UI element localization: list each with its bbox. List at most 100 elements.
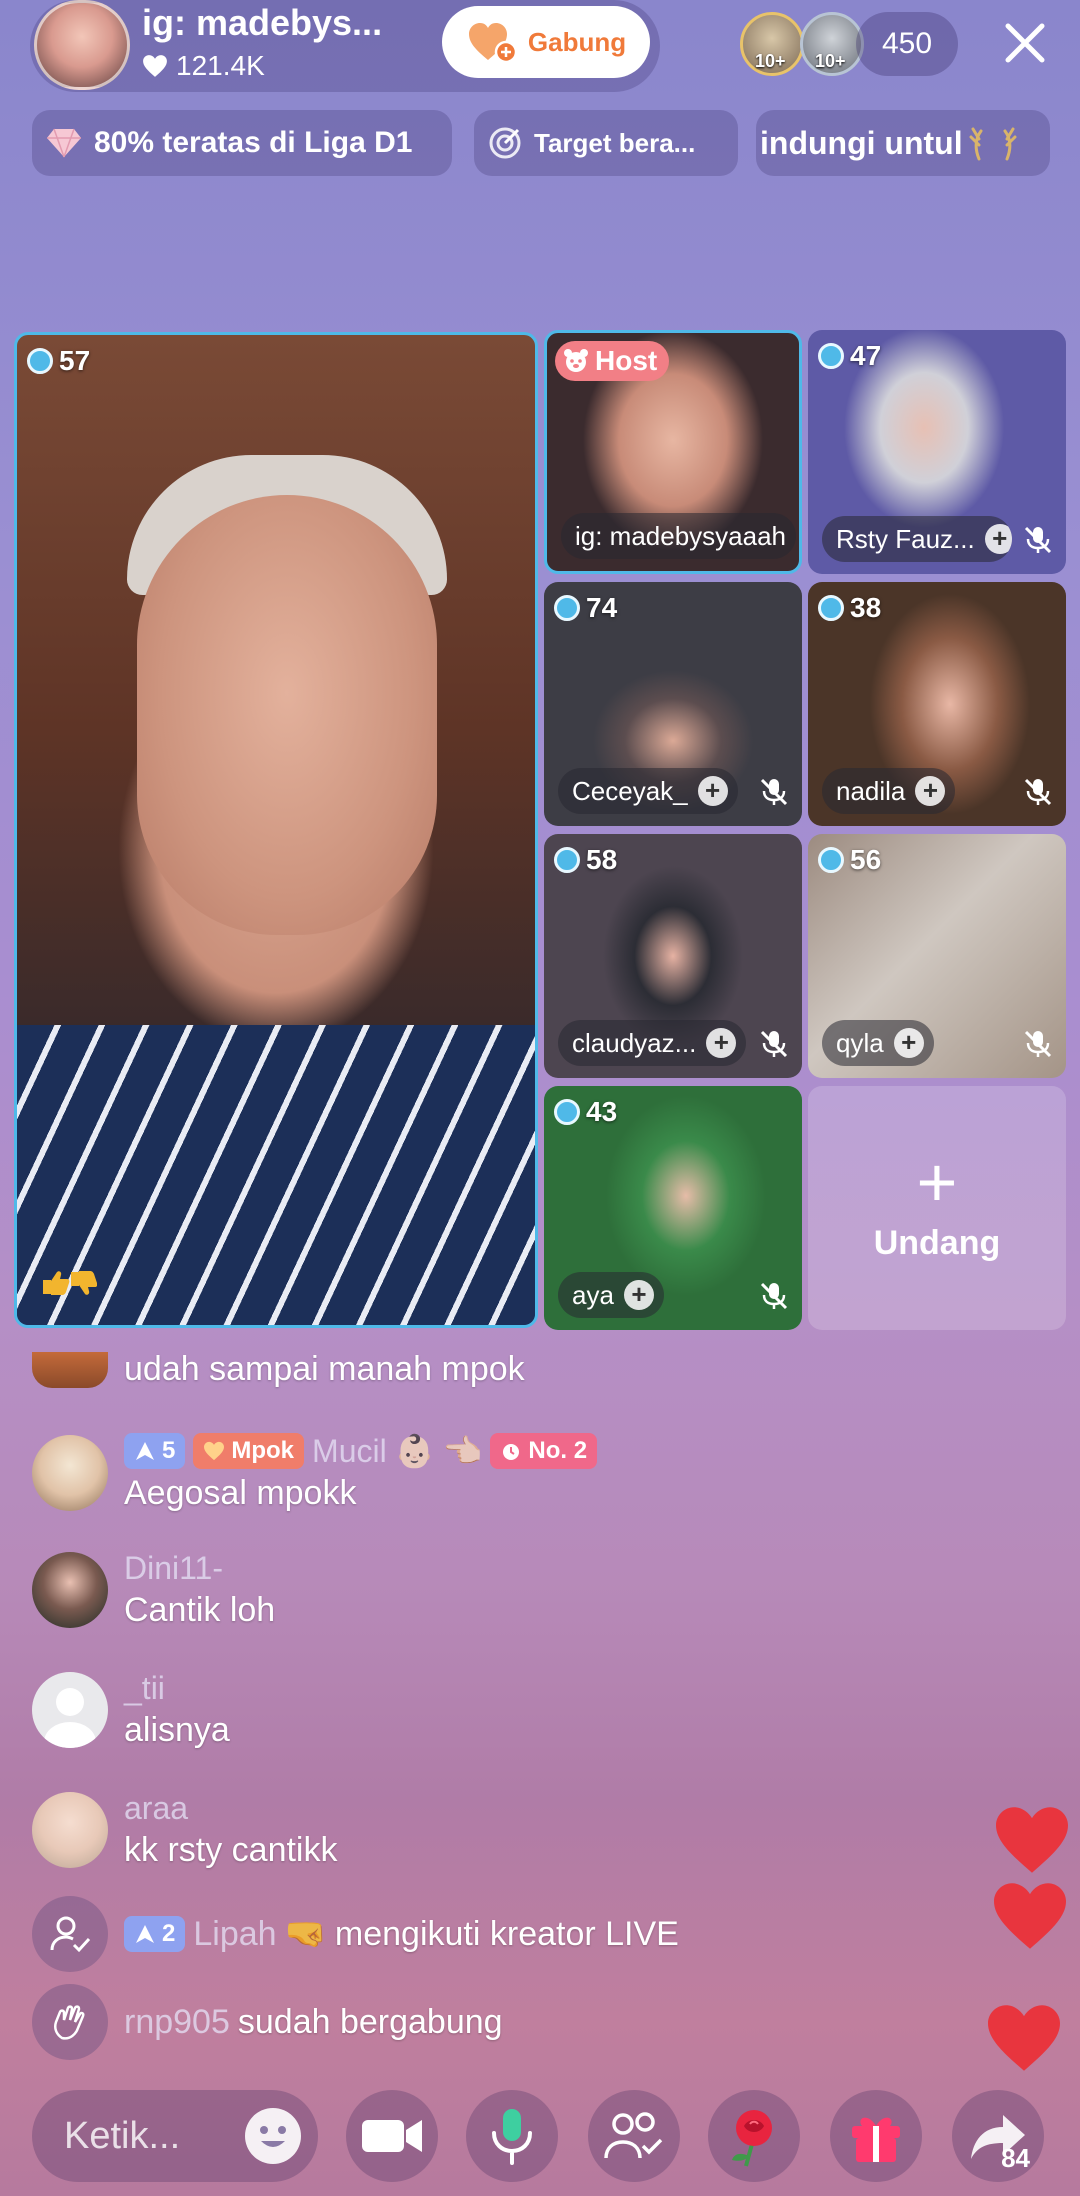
guest-name: nadila xyxy=(836,775,906,806)
mic-muted-icon xyxy=(1024,526,1052,554)
video-camera-button[interactable] xyxy=(346,2090,438,2182)
host-likes-count: 121.4K xyxy=(176,50,265,81)
event-message: sudah bergabung xyxy=(237,2002,503,2041)
guest-score-value: 43 xyxy=(586,1096,618,1127)
guest-score: 43 xyxy=(554,1096,617,1128)
viewer-count[interactable]: 450 xyxy=(856,12,958,76)
viewer-badge-2: 10+ xyxy=(815,51,846,71)
host-badge-label: Host xyxy=(595,345,658,376)
default-avatar-icon[interactable] xyxy=(32,1672,108,1748)
guest-name: Ceceyak_ xyxy=(572,775,688,806)
comment-username[interactable]: araa xyxy=(124,1790,337,1827)
thumbs-icon[interactable] xyxy=(41,1268,98,1305)
level-badge: 5 xyxy=(124,1433,186,1469)
gift-button[interactable] xyxy=(830,2090,922,2182)
follow-plus-icon[interactable]: + xyxy=(893,1028,924,1058)
microphone-icon xyxy=(492,2109,532,2165)
guest-score: 58 xyxy=(554,844,617,876)
follow-plus-icon[interactable]: + xyxy=(706,1028,737,1058)
guests-button[interactable] xyxy=(588,2090,680,2182)
guest-score-value: 56 xyxy=(850,844,882,875)
join-event-row: rnp905 sudah bergabung xyxy=(124,2003,503,2042)
host-name-pill[interactable]: ig: madebysyaaah xyxy=(561,513,797,559)
avatar[interactable] xyxy=(32,1351,108,1388)
floating-heart-icon xyxy=(996,1807,1068,1873)
top-viewer-avatar-2[interactable]: 10+ xyxy=(800,12,864,76)
level-value: 2 xyxy=(162,1920,176,1947)
event-message: mengikuti kreator LIVE xyxy=(334,1914,679,1953)
comment-item[interactable]: araa kk rsty cantikk xyxy=(32,1790,337,1870)
main-guest-score: 57 xyxy=(27,345,90,377)
follow-event-row: 2 Lipah 🤜 mengikuti kreator LIVE xyxy=(124,1914,679,1954)
follow-plus-icon[interactable]: + xyxy=(984,524,1012,554)
host-avatar[interactable] xyxy=(34,0,130,90)
comment-input[interactable]: Ketik... xyxy=(32,2090,318,2182)
comment-input-placeholder: Ketik... xyxy=(64,2114,181,2157)
guest-score-value: 58 xyxy=(586,844,618,875)
guest-tile[interactable]: 56 qyla + xyxy=(808,834,1066,1078)
comment-username[interactable]: _tii xyxy=(124,1670,230,1707)
heart-icon xyxy=(204,1441,225,1461)
comment-item[interactable]: Dini11- Cantik loh xyxy=(32,1550,275,1630)
guest-name-pill[interactable]: Ceceyak_ + xyxy=(558,768,738,814)
guest-tile[interactable]: 38 nadila + xyxy=(808,582,1066,826)
level-arrow-icon xyxy=(136,1925,154,1943)
comment-username[interactable]: rnp905 xyxy=(124,2003,230,2042)
comment-user-row: 5 Mpok Mucil 👶🏻 👈🏻 No. 2 xyxy=(124,1432,598,1470)
guest-name: aya xyxy=(572,1279,614,1310)
guest-name-pill[interactable]: qyla + xyxy=(822,1020,934,1066)
follow-plus-icon[interactable]: + xyxy=(623,1280,654,1310)
share-button[interactable]: 84 xyxy=(952,2090,1044,2182)
guest-score-value: 74 xyxy=(586,592,618,623)
avatar[interactable] xyxy=(32,1434,108,1511)
guest-name-pill[interactable]: aya + xyxy=(558,1272,664,1318)
comment-username[interactable]: Dini11- xyxy=(124,1550,275,1587)
avatar[interactable] xyxy=(32,1792,108,1868)
microphone-button[interactable] xyxy=(466,2090,558,2182)
league-chip[interactable]: 80% teratas di Liga D1 xyxy=(32,110,452,176)
baby-emoji-icon: 👶🏻 xyxy=(394,1433,435,1469)
target-chip[interactable]: Target bera... xyxy=(474,110,738,176)
mic-muted-icon xyxy=(760,778,788,806)
join-button[interactable]: Gabung xyxy=(442,6,650,78)
host-likes: 121.4K xyxy=(142,50,265,82)
guest-name-pill[interactable]: claudyaz... + xyxy=(558,1020,747,1066)
antlers-icon xyxy=(969,127,1017,161)
follow-plus-icon[interactable]: + xyxy=(915,776,946,806)
follow-user-icon xyxy=(32,1896,108,1972)
mic-muted-icon xyxy=(760,1030,788,1058)
guest-tile[interactable]: 74 Ceceyak_ + xyxy=(544,582,802,826)
comment-message: Cantik loh xyxy=(124,1591,276,1629)
guest-name-pill[interactable]: Rsty Fauz... + xyxy=(822,516,1012,562)
guest-score-value: 38 xyxy=(850,592,882,623)
emoji-icon[interactable] xyxy=(242,2105,304,2167)
guest-tile[interactable]: 58 claudyaz... + xyxy=(544,834,802,1078)
guest-score-value: 47 xyxy=(850,340,882,371)
gem-icon xyxy=(818,847,844,873)
follow-event[interactable]: 2 Lipah 🤜 mengikuti kreator LIVE xyxy=(32,1896,679,1972)
guest-tile[interactable]: 47 Rsty Fauz... + xyxy=(808,330,1066,574)
guest-name-pill[interactable]: nadila + xyxy=(822,768,956,814)
host-video-tile[interactable]: Host ig: madebysyaaah xyxy=(544,330,802,574)
gem-icon xyxy=(554,847,580,873)
top-viewer-avatar-1[interactable]: 10+ xyxy=(740,12,804,76)
comment-message: alisnya xyxy=(124,1711,230,1749)
close-icon[interactable] xyxy=(1000,18,1050,68)
guest-tile[interactable]: 43 aya + xyxy=(544,1086,802,1330)
invite-button[interactable]: + Undang xyxy=(808,1086,1066,1330)
guest-score: 56 xyxy=(818,844,881,876)
comment-item[interactable]: 5 Mpok Mucil 👶🏻 👈🏻 No. 2 Aegosal mpokk xyxy=(32,1432,598,1513)
wave-hand-icon xyxy=(32,1984,108,2060)
mic-muted-icon xyxy=(760,1282,788,1310)
fan-badge: Mpok xyxy=(193,1433,305,1469)
comment-item[interactable]: udah sampai manah mpok xyxy=(32,1350,525,1389)
follow-plus-icon[interactable]: + xyxy=(697,776,728,806)
protect-chip[interactable]: indungi untul xyxy=(756,110,1050,176)
avatar[interactable] xyxy=(32,1552,108,1628)
main-guest-video[interactable]: 57 xyxy=(14,332,538,1328)
rose-gift-button[interactable] xyxy=(708,2090,800,2182)
comment-username[interactable]: Mucil xyxy=(312,1433,387,1470)
join-event[interactable]: rnp905 sudah bergabung xyxy=(32,1984,503,2060)
comment-item[interactable]: _tii alisnya xyxy=(32,1670,230,1750)
comment-username[interactable]: Lipah xyxy=(193,1915,276,1954)
